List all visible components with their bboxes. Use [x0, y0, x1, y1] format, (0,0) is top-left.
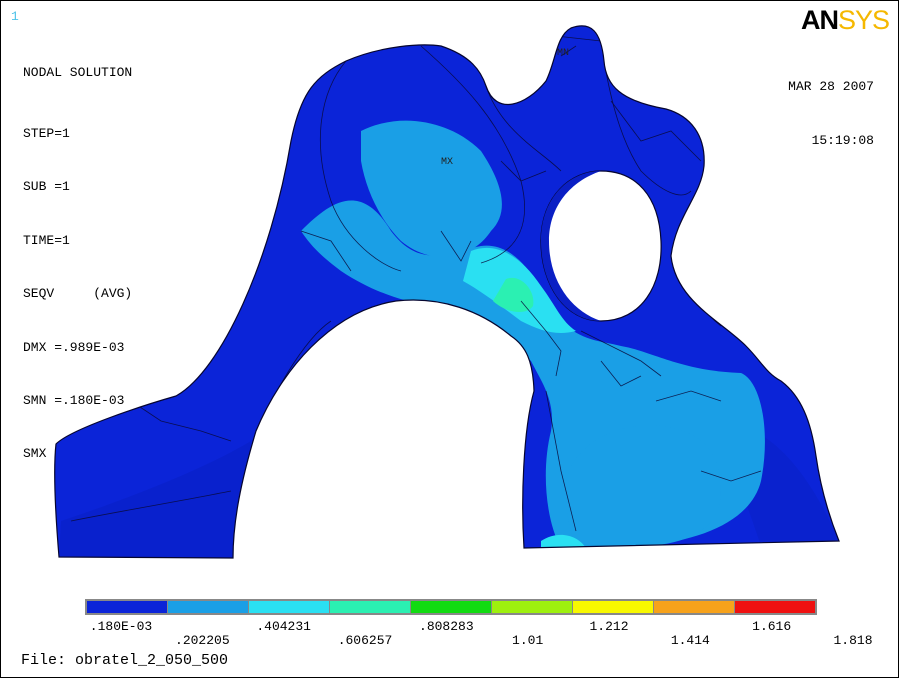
- stress-contour-model: MN MX: [54, 25, 840, 559]
- legend-swatch-2: [249, 601, 329, 613]
- legend-label-top-3: 1.212: [589, 619, 629, 634]
- legend-label-bottom-2: 1.01: [512, 633, 544, 648]
- file-label: File: obratel_2_050_500: [21, 652, 229, 669]
- contour-legend: [85, 599, 817, 615]
- legend-swatch-5: [492, 601, 572, 613]
- graphics-window: 1 NODAL SOLUTION STEP=1 SUB =1 TIME=1 SE…: [0, 0, 899, 678]
- legend-label-bottom-1: .606257: [337, 633, 393, 648]
- legend-label-top-4: 1.616: [752, 619, 792, 634]
- legend-label-top-1: .404231: [256, 619, 311, 634]
- legend-label-bottom-0: .202205: [175, 633, 230, 648]
- legend-swatch-7: [654, 601, 734, 613]
- legend-label-bottom-3: 1.414: [670, 633, 710, 648]
- legend-swatch-4: [411, 601, 491, 613]
- legend-swatch-0: [87, 601, 167, 613]
- legend-label-top-0: .180E-03: [89, 619, 153, 634]
- legend-swatch-3: [330, 601, 410, 613]
- legend-swatch-6: [573, 601, 653, 613]
- legend-swatch-8: [735, 601, 815, 613]
- legend-label-bottom-4: 1.818: [833, 633, 873, 648]
- max-label: MX: [441, 157, 453, 168]
- min-label: MN: [557, 48, 569, 59]
- legend-swatch-1: [168, 601, 248, 613]
- legend-label-top-2: .808283: [419, 619, 474, 634]
